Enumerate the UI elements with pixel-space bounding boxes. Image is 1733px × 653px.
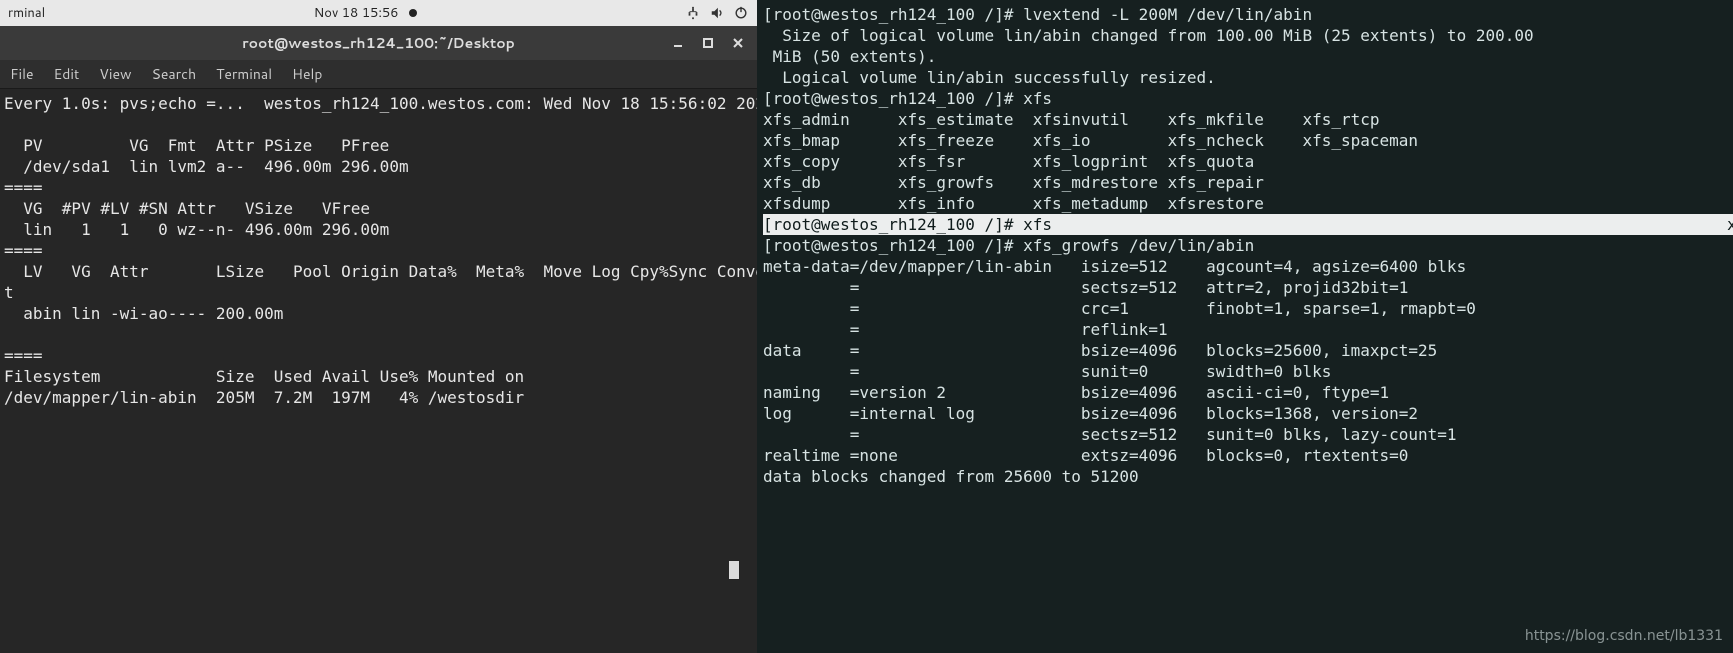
watermark: https://blog.csdn.net/lb1331 bbox=[1525, 626, 1723, 647]
volume-icon[interactable] bbox=[709, 5, 725, 21]
window-titlebar: root@westos_rh124_100:~/Desktop bbox=[0, 26, 757, 60]
menu-file[interactable]: File bbox=[10, 64, 34, 84]
minimize-button[interactable] bbox=[667, 32, 689, 54]
maximize-button[interactable] bbox=[697, 32, 719, 54]
close-button[interactable] bbox=[727, 32, 749, 54]
highlight-line-1: [root@westos_rh124_100 /]# xfs bbox=[763, 214, 1727, 235]
cursor-icon bbox=[729, 561, 739, 579]
clock[interactable]: Nov 18 15:56 bbox=[314, 4, 399, 22]
terminal-menubar: File Edit View Search Terminal Help bbox=[0, 60, 757, 89]
window-title: root@westos_rh124_100:~/Desktop bbox=[242, 33, 515, 53]
right-seg1: [root@westos_rh124_100 /]# lvextend -L 2… bbox=[763, 5, 1534, 213]
highlight-line-2: xfs_admin xfs_estimate xfsinvutil xfs_mk… bbox=[1727, 214, 1733, 235]
menu-view[interactable]: View bbox=[99, 64, 131, 84]
right-seg2: [root@westos_rh124_100 /]# xfs_growfs /d… bbox=[763, 236, 1476, 486]
left-pane: rminal Nov 18 15:56 root@westos_rh124_10… bbox=[0, 0, 757, 653]
network-icon[interactable] bbox=[685, 5, 701, 21]
menu-terminal[interactable]: Terminal bbox=[216, 64, 272, 84]
menu-help[interactable]: Help bbox=[292, 64, 322, 84]
app-indicator[interactable]: rminal bbox=[8, 4, 45, 22]
power-icon[interactable] bbox=[733, 5, 749, 21]
left-terminal-text: Every 1.0s: pvs;echo =... westos_rh124_1… bbox=[4, 94, 757, 407]
right-terminal[interactable]: [root@westos_rh124_100 /]# lvextend -L 2… bbox=[757, 0, 1733, 653]
menu-edit[interactable]: Edit bbox=[54, 64, 80, 84]
left-terminal[interactable]: Every 1.0s: pvs;echo =... westos_rh124_1… bbox=[0, 89, 757, 653]
notification-dot-icon bbox=[409, 9, 417, 17]
menu-search[interactable]: Search bbox=[152, 64, 197, 84]
gnome-topbar: rminal Nov 18 15:56 bbox=[0, 0, 757, 26]
